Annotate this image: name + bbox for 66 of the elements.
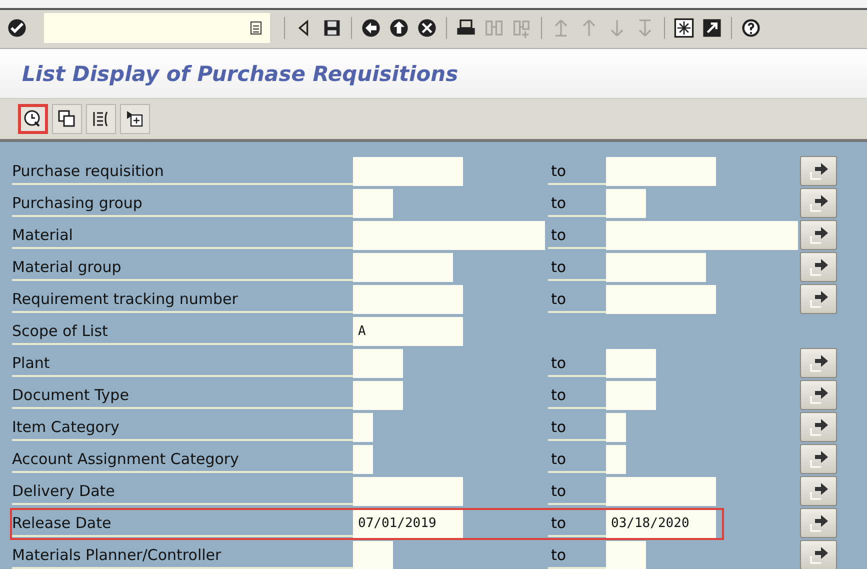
- list-icon: [250, 21, 262, 35]
- input-field[interactable]: [353, 156, 463, 186]
- input-field[interactable]: [353, 252, 453, 282]
- input-field[interactable]: [606, 284, 716, 314]
- multiple-selection-button[interactable]: [800, 540, 837, 569]
- input-field[interactable]: [353, 476, 463, 506]
- multiple-selection-button[interactable]: [800, 284, 837, 314]
- input-field[interactable]: [606, 380, 656, 410]
- input-field[interactable]: [353, 444, 373, 474]
- cancel-icon[interactable]: [416, 17, 438, 39]
- copy-icon: [57, 109, 77, 129]
- input-field[interactable]: [353, 380, 403, 410]
- expand-button[interactable]: [120, 104, 150, 134]
- input-field[interactable]: 03/18/2020: [606, 508, 716, 538]
- execute-button[interactable]: [18, 104, 48, 134]
- new-session-icon[interactable]: [673, 17, 695, 39]
- multiple-selection-button[interactable]: [800, 412, 837, 442]
- screen-title: List Display of Purchase Requisitions: [22, 62, 458, 86]
- multiple-selection-button[interactable]: [800, 188, 837, 218]
- input-field[interactable]: [353, 540, 393, 569]
- input-field[interactable]: [606, 188, 646, 218]
- columns-button[interactable]: [86, 104, 116, 134]
- multiple-selection-button[interactable]: [800, 252, 837, 282]
- multiple-selection-button[interactable]: [800, 444, 837, 474]
- field-label: Scope of List: [12, 317, 353, 345]
- field-label: Release Date: [12, 509, 353, 537]
- multiple-selection-button[interactable]: [800, 348, 837, 378]
- field-label: Document Type: [12, 381, 353, 409]
- field-label: Purchase requisition: [12, 157, 353, 185]
- multiple-selection-button[interactable]: [800, 380, 837, 410]
- field-label: Requirement tracking number: [12, 285, 353, 313]
- input-field[interactable]: [606, 156, 716, 186]
- help-icon[interactable]: [740, 17, 762, 39]
- multiple-selection-button[interactable]: [800, 508, 837, 538]
- copy-button[interactable]: [52, 104, 82, 134]
- field-label: Purchasing group: [12, 189, 353, 217]
- input-field[interactable]: [353, 284, 463, 314]
- field-label: Delivery Date: [12, 477, 353, 505]
- multiple-selection-button[interactable]: [800, 220, 837, 250]
- multiple-selection-button[interactable]: [800, 476, 837, 506]
- input-field[interactable]: [353, 348, 403, 378]
- input-field[interactable]: [606, 444, 626, 474]
- field-label: Item Category: [12, 413, 353, 441]
- field-label: Plant: [12, 349, 353, 377]
- exit-icon[interactable]: [388, 17, 410, 39]
- input-field[interactable]: [606, 220, 798, 250]
- input-field[interactable]: [353, 412, 373, 442]
- input-field[interactable]: [353, 188, 393, 218]
- input-field[interactable]: 07/01/2019: [353, 508, 463, 538]
- field-label: Materials Planner/Controller: [12, 541, 353, 569]
- expand-icon: [125, 109, 145, 129]
- shortcut-icon[interactable]: [701, 17, 723, 39]
- input-field[interactable]: [606, 252, 706, 282]
- multiple-selection-button[interactable]: [800, 156, 837, 186]
- input-field[interactable]: [606, 348, 656, 378]
- back-icon[interactable]: [360, 17, 382, 39]
- input-field[interactable]: A: [353, 316, 463, 346]
- field-label: Material: [12, 221, 353, 249]
- checkmark-icon[interactable]: [6, 17, 28, 39]
- command-field[interactable]: [44, 13, 270, 43]
- field-label: Account Assignment Category: [12, 445, 353, 473]
- field-label: Material group: [12, 253, 353, 281]
- input-field[interactable]: [606, 476, 716, 506]
- input-field[interactable]: [606, 540, 646, 569]
- input-field[interactable]: [606, 412, 626, 442]
- input-field[interactable]: [353, 220, 545, 250]
